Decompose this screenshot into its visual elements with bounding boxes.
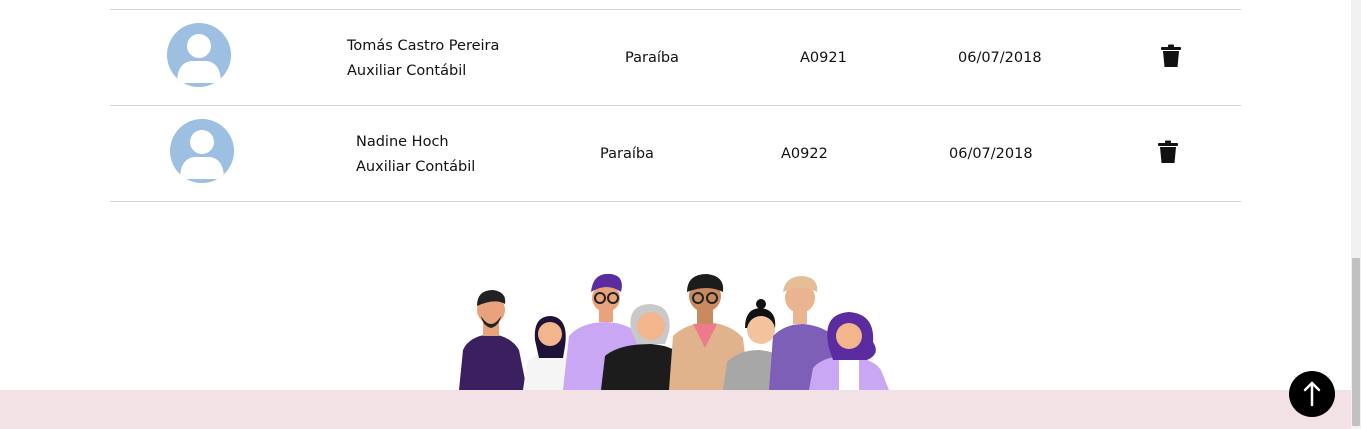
employee-name: Tomás Castro Pereira [347,38,500,54]
employee-name-role: Nadine Hoch Auxiliar Contábil [356,130,475,180]
employee-name: Nadine Hoch [356,134,449,150]
scrollbar-thumb[interactable] [1352,258,1360,426]
team-people-illustration-icon [459,273,889,390]
employee-state: Paraíba [600,146,654,162]
footer [0,390,1351,429]
employee-role: Auxiliar Contábil [347,63,467,79]
employee-date: 06/07/2018 [949,146,1033,162]
user-avatar-placeholder-icon [177,34,221,83]
trash-icon [1158,140,1178,163]
page: Tomás Castro Pereira Auxiliar Contábil P… [0,0,1351,429]
employee-code: A0922 [781,146,828,162]
user-avatar-placeholder-icon [180,130,224,179]
arrow-up-icon [1303,381,1321,407]
vertical-scrollbar[interactable] [1351,0,1361,429]
avatar [170,119,234,183]
employee-date: 06/07/2018 [958,50,1042,66]
employee-table: Tomás Castro Pereira Auxiliar Contábil P… [110,9,1241,202]
employee-state: Paraíba [625,50,679,66]
delete-button[interactable] [1160,44,1182,68]
delete-button[interactable] [1157,140,1179,164]
trash-icon [1161,44,1181,67]
employee-role: Auxiliar Contábil [356,159,476,175]
table-row: Tomás Castro Pereira Auxiliar Contábil P… [110,9,1241,105]
avatar [167,23,231,87]
employee-name-role: Tomás Castro Pereira Auxiliar Contábil [347,34,499,84]
back-to-top-button[interactable] [1289,371,1335,417]
table-row: Nadine Hoch Auxiliar Contábil Paraíba A0… [110,105,1241,202]
employee-code: A0921 [800,50,847,66]
